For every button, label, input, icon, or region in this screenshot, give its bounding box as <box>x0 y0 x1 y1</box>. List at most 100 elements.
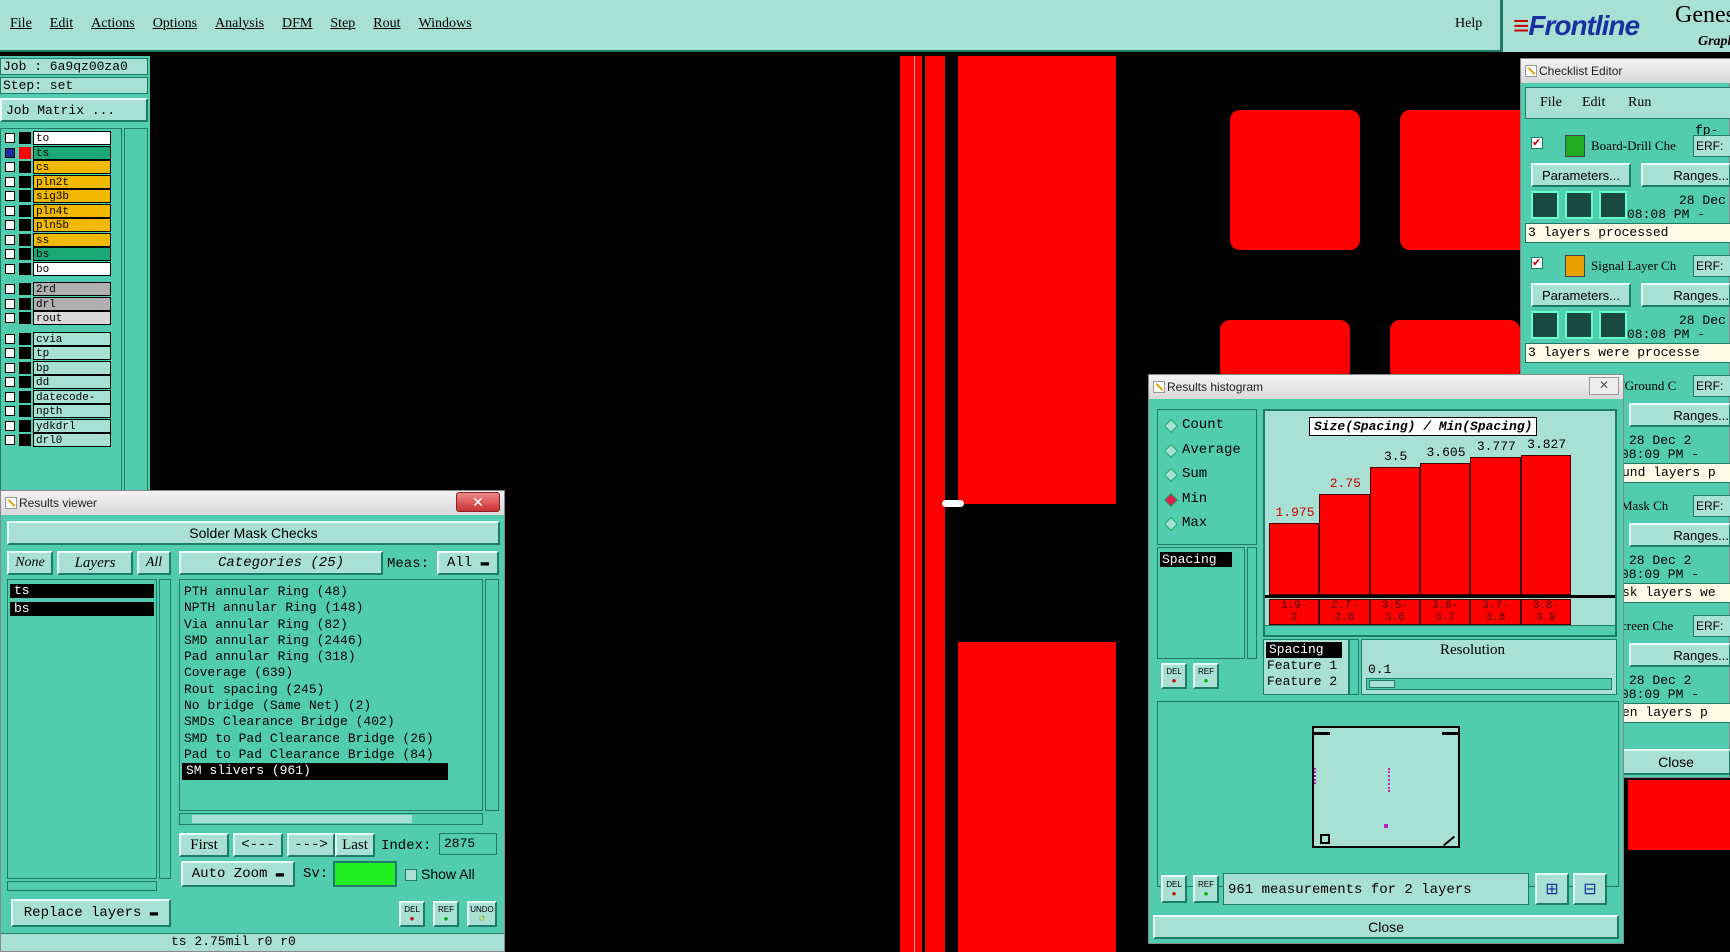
run-icon[interactable] <box>1599 191 1627 219</box>
ranges-button[interactable]: Ranges... <box>1641 163 1730 187</box>
menu-help[interactable]: Help <box>1455 16 1482 32</box>
field-list[interactable]: Spacing Feature 1 Feature 2 <box>1263 639 1349 695</box>
layer-results-scroll[interactable] <box>159 579 171 879</box>
category-vscroll[interactable] <box>485 579 499 811</box>
check-toggle[interactable]: ✔ <box>1531 137 1543 149</box>
layer-results-hscroll[interactable] <box>7 881 157 891</box>
layer-row-ydkdrl[interactable]: ydkdrl <box>3 418 111 433</box>
layer-row-ss[interactable]: ss <box>3 232 111 247</box>
layer-color-swatch[interactable] <box>19 262 31 275</box>
erf-field[interactable]: ERF: <box>1693 615 1730 637</box>
layer-color-swatch[interactable] <box>19 390 31 403</box>
layer-checkbox[interactable] <box>5 147 15 158</box>
replace-layers-dropdown[interactable]: Replace layers ▬ <box>11 899 171 927</box>
chart-bar[interactable] <box>1520 455 1571 595</box>
hist-ref-button[interactable]: REF ● <box>1193 663 1219 689</box>
layer-row-drl0[interactable]: drl0 <box>3 433 111 447</box>
radio-icon[interactable] <box>1163 492 1179 507</box>
layer-checkbox[interactable] <box>5 162 15 172</box>
layer-name[interactable]: ss <box>33 232 111 247</box>
erf-field[interactable]: ERF: <box>1693 495 1730 517</box>
none-button[interactable]: None <box>7 551 53 575</box>
chart-bar[interactable] <box>1470 456 1521 595</box>
category-item[interactable]: Via annular Ring (82) <box>180 617 482 633</box>
histogram-titlebar[interactable]: Results histogram <box>1149 375 1623 399</box>
menu-analysis[interactable]: Analysis <box>215 16 264 32</box>
layer-name[interactable]: pln4t <box>33 203 111 218</box>
layer-color-swatch[interactable] <box>19 376 31 388</box>
menu-windows[interactable]: Windows <box>419 16 472 32</box>
layer-row-ts[interactable]: ts <box>3 145 111 160</box>
layer-name[interactable]: pln5b <box>33 218 111 232</box>
zoom-fit-icon[interactable]: ⊞ <box>1535 873 1569 905</box>
layer-results-list[interactable]: ts bs <box>7 579 157 879</box>
measure-list[interactable]: Spacing <box>1157 547 1245 659</box>
del-button[interactable]: DEL ● <box>399 901 425 927</box>
menu-file[interactable]: File <box>10 16 32 32</box>
checklist-titlebar[interactable]: Checklist Editor <box>1521 59 1730 83</box>
chart-bar[interactable] <box>1369 466 1420 595</box>
category-item[interactable]: SM slivers (961) <box>182 763 448 780</box>
resolution-slider[interactable] <box>1366 678 1612 690</box>
layer-checkbox[interactable] <box>5 284 15 294</box>
category-hscroll[interactable] <box>179 813 483 825</box>
sv-color-dropdown[interactable] <box>333 861 397 887</box>
layer-name[interactable]: bp <box>33 360 111 375</box>
layer-checkbox[interactable] <box>5 298 15 309</box>
layer-name[interactable]: cs <box>33 160 111 174</box>
layer-row-pln5b[interactable]: pln5b <box>3 218 111 232</box>
option-max[interactable]: Max <box>1158 514 1256 534</box>
radio-icon[interactable] <box>1163 467 1179 483</box>
menu-edit[interactable]: Edit <box>1582 95 1605 111</box>
chart-bar[interactable] <box>1269 522 1320 595</box>
layer-checkbox[interactable] <box>5 333 15 344</box>
chart-hscroll[interactable] <box>1265 625 1615 635</box>
chart-bar[interactable] <box>1319 494 1370 595</box>
ranges-button[interactable]: Ranges... <box>1641 283 1730 307</box>
layer-name[interactable]: sig3b <box>33 189 111 203</box>
layer-checkbox[interactable] <box>5 176 15 187</box>
all-button[interactable]: All <box>137 551 171 575</box>
radio-icon[interactable] <box>1163 443 1179 458</box>
index-input[interactable]: 2875 <box>439 833 497 855</box>
option-min[interactable]: Min <box>1158 490 1256 510</box>
layer-color-swatch[interactable] <box>19 332 31 345</box>
layer-name[interactable]: tp <box>33 346 111 360</box>
layer-row-rout[interactable]: rout <box>3 311 111 325</box>
menu-step[interactable]: Step <box>330 16 355 32</box>
layer-color-swatch[interactable] <box>19 190 31 202</box>
ranges-button[interactable]: Ranges... <box>1629 643 1730 667</box>
layer-checkbox[interactable] <box>5 220 15 230</box>
layer-checkbox[interactable] <box>5 348 15 358</box>
menu-file[interactable]: File <box>1540 95 1562 111</box>
check-toggle[interactable]: ✔ <box>1531 257 1543 269</box>
layers-button[interactable]: Layers <box>57 551 133 575</box>
meas-del-button[interactable]: DEL ● <box>1161 875 1187 903</box>
layer-name[interactable]: datecode-pte <box>33 389 111 418</box>
category-item[interactable]: No bridge (Same Net) (2) <box>180 698 482 714</box>
parameters-button[interactable]: Parameters... <box>1531 283 1631 307</box>
option-sum[interactable]: Sum <box>1158 465 1256 485</box>
autozoom-dropdown[interactable]: Auto Zoom ▬ <box>181 861 295 887</box>
layer-name[interactable]: cvia <box>33 331 111 346</box>
layer-checkbox[interactable] <box>5 191 15 201</box>
layer-name[interactable]: drl0 <box>33 433 111 447</box>
layer-name[interactable]: ydkdrl <box>33 418 111 433</box>
run-icon[interactable] <box>1531 191 1559 219</box>
layer-name[interactable]: npth <box>33 404 111 418</box>
measure-item-spacing[interactable]: Spacing <box>1160 552 1232 567</box>
layer-row-cvia[interactable]: cvia <box>3 331 111 346</box>
category-item[interactable]: Pad to Pad Clearance Bridge (84) <box>180 747 482 763</box>
layer-row-pln4t[interactable]: pln4t <box>3 203 111 218</box>
layer-name[interactable]: to <box>33 131 111 145</box>
layer-name[interactable]: ts <box>33 145 111 160</box>
chart-bar[interactable] <box>1420 463 1471 595</box>
field-item[interactable]: Feature 1 <box>1264 658 1348 674</box>
measure-scroll[interactable] <box>1247 547 1257 659</box>
category-list[interactable]: PTH annular Ring (48) NPTH annular Ring (… <box>179 579 483 811</box>
layer-row-to[interactable]: to <box>3 131 111 145</box>
option-count[interactable]: Count <box>1158 416 1256 436</box>
next-button[interactable]: ---> <box>287 833 335 857</box>
layer-color-swatch[interactable] <box>19 297 31 310</box>
layer-checkbox[interactable] <box>5 406 15 416</box>
